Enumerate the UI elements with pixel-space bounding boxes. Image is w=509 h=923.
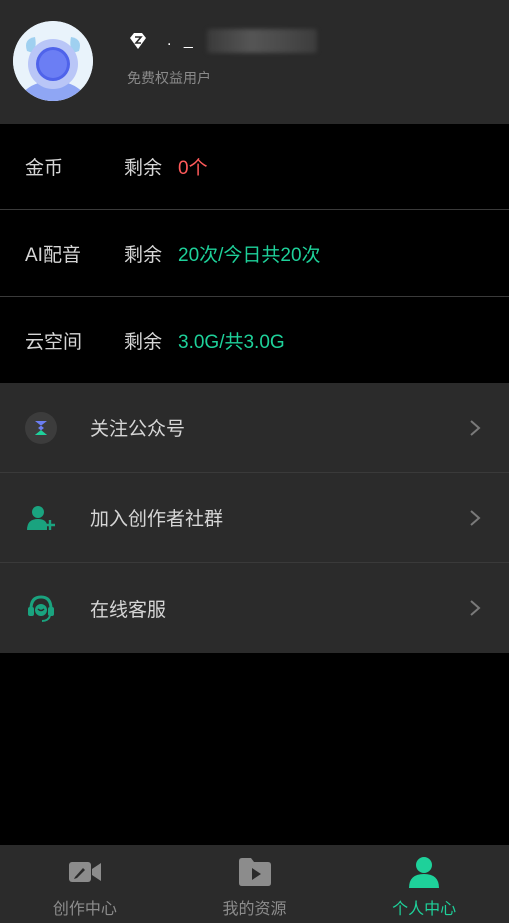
quota-row-coins: 金币 剩余 0个 (0, 124, 509, 210)
quota-remain-label: 剩余 (124, 245, 163, 266)
video-camera-icon (67, 855, 103, 889)
wechat-official-account-icon (24, 411, 58, 445)
tab-my-resources[interactable]: 我的资源 (170, 845, 340, 923)
quota-remain-label: 剩余 (124, 331, 163, 353)
menu-item-online-support[interactable]: 在线客服 (0, 563, 509, 653)
menu-item-label: 加入创作者社群 (90, 509, 224, 530)
quota-label: 金币 (25, 158, 64, 179)
avatar[interactable] (13, 21, 93, 101)
tab-personal-center[interactable]: 个人中心 (339, 845, 509, 923)
chevron-right-icon (470, 419, 481, 436)
tab-creation-center[interactable]: 创作中心 (0, 845, 170, 923)
quota-label: AI配音 (25, 245, 81, 266)
bottom-tab-bar: 创作中心 我的资源 个人中心 (0, 845, 509, 923)
folder-play-icon (237, 855, 273, 889)
user-type-label: 免费权益用户 (127, 70, 211, 86)
quota-value: 20次/今日共20次 (178, 245, 321, 266)
quota-row-ai-dubbing: AI配音 剩余 20次/今日共20次 (0, 211, 509, 297)
redacted-name (206, 29, 317, 53)
quota-value: 3.0G/共3.0G (178, 331, 285, 353)
person-icon (406, 855, 442, 889)
quota-row-cloud-space: 云空间 剩余 3.0G/共3.0G (0, 297, 509, 383)
quota-remain-label: 剩余 (124, 158, 163, 179)
menu-list: 关注公众号 加入创作者社群 在线客服 (0, 383, 509, 653)
menu-item-follow-official-account[interactable]: 关注公众号 (0, 383, 509, 473)
vip-badge-icon (127, 30, 149, 52)
avatar-icon (13, 21, 93, 101)
chevron-right-icon (470, 509, 481, 526)
tab-label: 我的资源 (222, 901, 287, 918)
quota-value: 0个 (178, 158, 208, 179)
tab-label: 个人中心 (392, 901, 457, 918)
menu-item-join-creator-community[interactable]: 加入创作者社群 (0, 473, 509, 563)
add-user-icon (24, 501, 58, 535)
menu-item-label: 在线客服 (90, 599, 167, 621)
tab-label: 创作中心 (52, 901, 117, 918)
menu-item-label: 关注公众号 (90, 419, 186, 440)
headset-icon (24, 591, 58, 625)
profile-header: . _ 免费权益用户 (0, 0, 509, 124)
chevron-right-icon (470, 600, 481, 616)
quota-label: 云空间 (25, 331, 83, 353)
username: . _ (167, 32, 197, 49)
